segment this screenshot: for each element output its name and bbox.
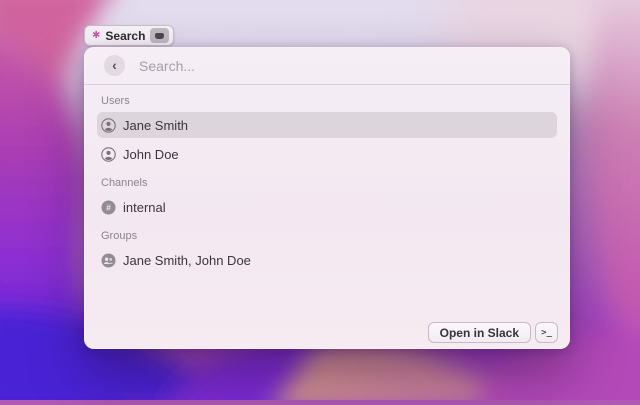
search-bar: ‹: [84, 47, 570, 85]
list-item-user[interactable]: John Doe: [97, 141, 557, 167]
list-item-label: John Doe: [123, 146, 179, 162]
hash-circle-icon: #: [101, 200, 116, 215]
list-item-group[interactable]: Jane Smith, John Doe: [97, 247, 557, 273]
keycap-icon: [155, 32, 165, 39]
svg-text:#: #: [106, 202, 111, 212]
section-header-channels: Channels: [101, 177, 148, 189]
menubar-search-label: Search: [105, 28, 146, 43]
people-circle-icon: [101, 253, 116, 268]
section-header-groups: Groups: [101, 230, 138, 242]
terminal-key-button[interactable]: >_: [535, 322, 558, 343]
open-in-slack-button[interactable]: Open in Slack: [427, 322, 531, 343]
list-item-label: Jane Smith: [123, 117, 189, 133]
asterisk-icon: ✱: [92, 29, 101, 41]
person-circle-icon: [101, 146, 116, 162]
menubar-search-pill[interactable]: ✱ Search: [84, 25, 175, 46]
hotkey-badge: [150, 28, 170, 43]
list-item-user[interactable]: Jane Smith: [97, 112, 557, 138]
person-circle-icon: [101, 117, 116, 133]
back-button[interactable]: ‹: [104, 55, 125, 76]
section-header-users: Users: [101, 95, 130, 107]
list-item-label: Jane Smith, John Doe: [123, 252, 251, 268]
list-item-channel[interactable]: # internal: [97, 194, 557, 220]
action-bar: Open in Slack >_: [427, 322, 558, 343]
search-popover-window: ‹ Users Jane Smith: [84, 47, 570, 349]
terminal-prompt-icon: >_: [541, 327, 552, 338]
search-input[interactable]: [137, 56, 556, 75]
back-chevron-icon: ‹: [112, 56, 117, 73]
results-list: Users Jane Smith John Doe Channels # int…: [84, 95, 570, 273]
list-item-label: internal: [123, 199, 166, 215]
